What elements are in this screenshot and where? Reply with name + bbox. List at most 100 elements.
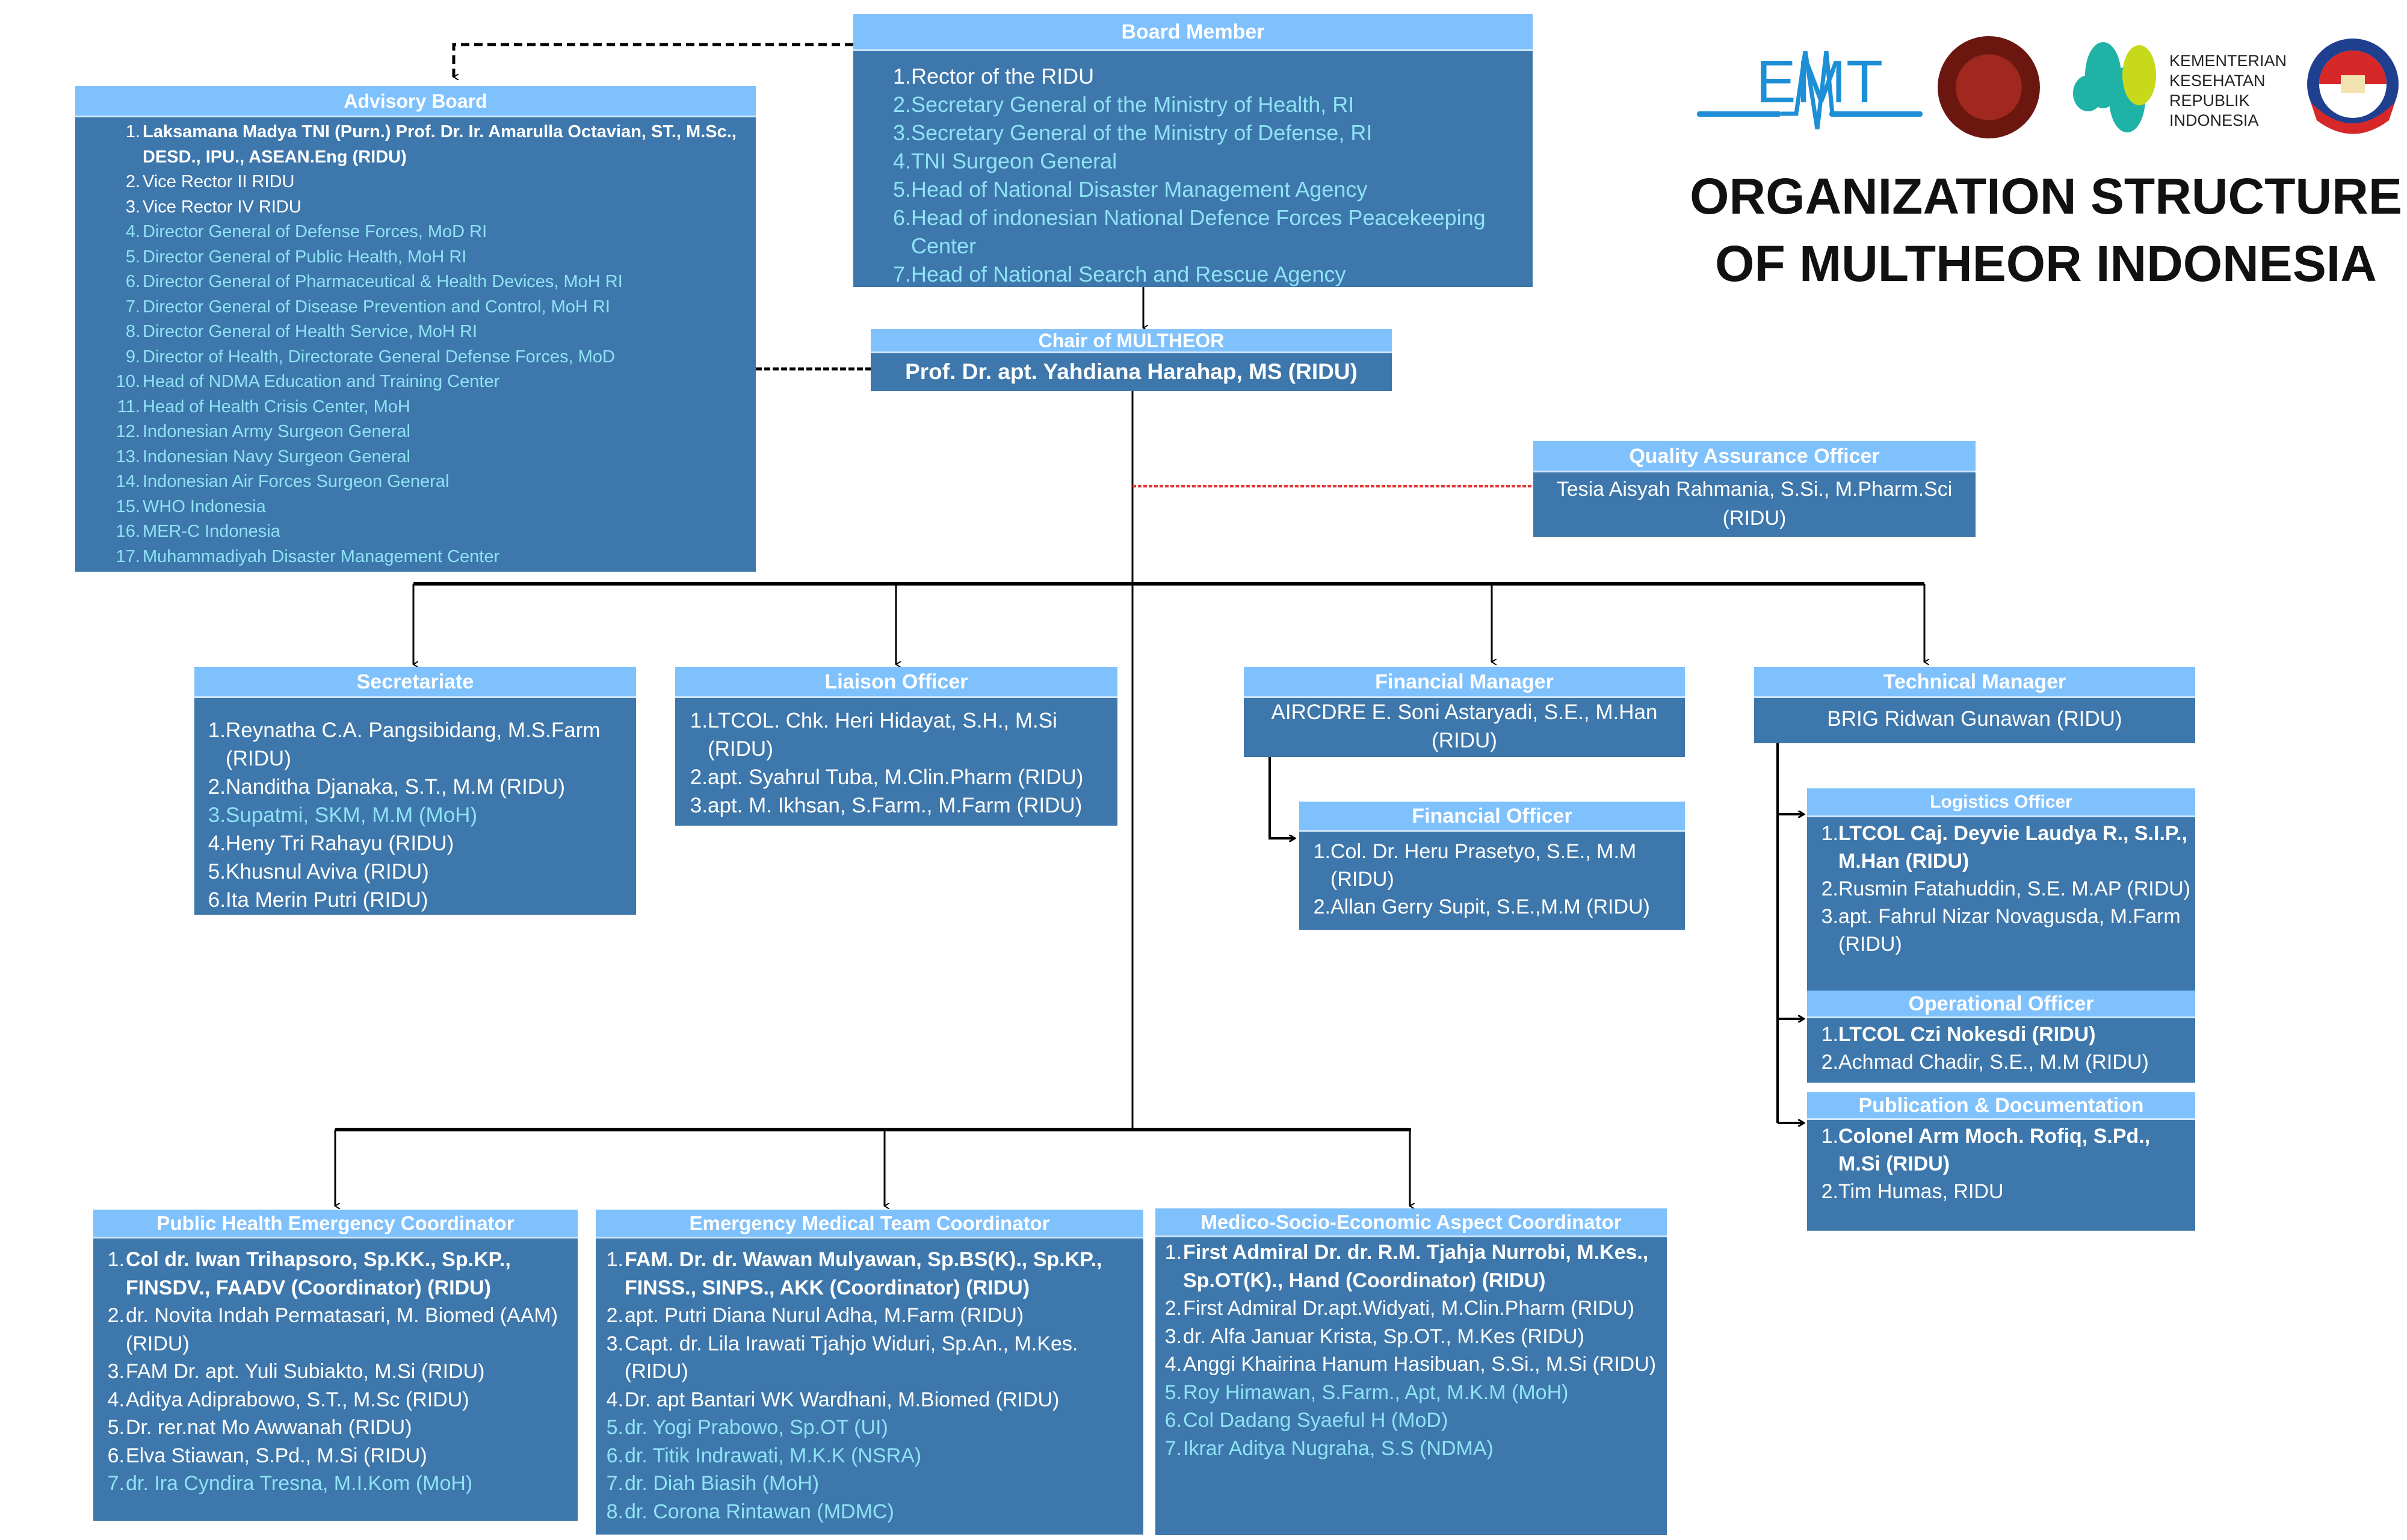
- member-list-item: 5. Dr. rer.nat Mo Awwanah (RIDU): [105, 1414, 574, 1442]
- liaison-officer-list: 1. LTCOL. Chk. Heri Hidayat, S.H., M.Si (…: [675, 698, 1117, 820]
- item-text: LTCOL Caj. Deyvie Laudya R., S.I.P., M.H…: [1838, 822, 2188, 873]
- chair-box: Chair of MULTHEOR Prof. Dr. apt. Yahdian…: [871, 329, 1392, 391]
- item-number: 5.: [1164, 1381, 1182, 1404]
- item-text: TNI Surgeon General: [911, 149, 1117, 173]
- item-text: Vice Rector II RIDU: [143, 172, 295, 191]
- technical-manager-name: BRIG Ridwan Gunawan (RIDU): [1827, 707, 2122, 731]
- item-number: 2.: [208, 775, 226, 799]
- kemenkes-line-1: KEMENTERIAN: [2169, 52, 2287, 70]
- item-text: Ikrar Aditya Nugraha, S.S (NDMA): [1183, 1436, 1494, 1460]
- financial-manager-title: Financial Manager: [1244, 667, 1685, 698]
- item-text: Colonel Arm Moch. Rofiq, S.Pd., M.Si (RI…: [1838, 1125, 2151, 1175]
- svg-text:EMT: EMT: [1756, 51, 1883, 116]
- item-number: 5.: [606, 1416, 623, 1439]
- item-number: 2.: [107, 1304, 125, 1327]
- item-text: Laksamana Madya TNI (Purn.) Prof. Dr. Ir…: [143, 122, 737, 167]
- member-list-item: 4. Anggi Khairina Hanum Hasibuan, S.Si., …: [1163, 1350, 1663, 1379]
- member-list-item: 4. Dr. apt Bantari WK Wardhani, M.Biomed …: [604, 1386, 1140, 1414]
- item-number: 6.: [892, 205, 911, 230]
- kemenkes-logo-icon: KEMENTERIAN KESEHATAN REPUBLIK INDONESIA: [2073, 42, 2287, 132]
- emt-coordinator-title: Emergency Medical Team Coordinator: [596, 1210, 1143, 1238]
- item-text: Supatmi, SKM, M.M (MoH): [226, 803, 478, 827]
- item-text: Nanditha Djanaka, S.T., M.M (RIDU): [226, 775, 566, 799]
- publication-documentation-list: 1. Colonel Arm Moch. Rofiq, S.Pd., M.Si (…: [1807, 1120, 2195, 1205]
- item-number: 2.: [690, 765, 708, 789]
- member-list-item: 1. Laksamana Madya TNI (Purn.) Prof. Dr. …: [87, 120, 756, 170]
- item-text: Tim Humas, RIDU: [1838, 1180, 2004, 1203]
- item-text: WHO Indonesia: [143, 496, 266, 516]
- member-list-item: 1. First Admiral Dr. dr. R.M. Tjahja Nurr…: [1163, 1238, 1663, 1294]
- to-financial-officer-connector: [1268, 757, 1295, 838]
- kemenkes-line-2: KESEHATAN: [2169, 72, 2266, 90]
- item-text: apt. Fahrul Nizar Novagusda, M.Farm (RID…: [1838, 905, 2181, 956]
- item-number: 3.: [125, 197, 140, 217]
- item-text: Director of Health, Directorate General …: [143, 347, 615, 366]
- member-list-item: 2. Vice Rector II RIDU: [87, 170, 756, 195]
- secretariate-title: Secretariate: [194, 667, 636, 698]
- item-number: 17.: [116, 546, 140, 566]
- member-list-item: 3. apt. M. Ikhsan, S.Farm., M.Farm (RIDU): [690, 791, 1114, 820]
- emt-logo-icon: EMT: [1697, 51, 1923, 129]
- unhan-logo-icon: [2307, 39, 2399, 134]
- item-number: 15.: [116, 496, 140, 516]
- item-number: 11.: [117, 397, 140, 416]
- item-number: 7.: [606, 1472, 623, 1495]
- financial-officer-list: 1. Col. Dr. Heru Prasetyo, S.E., M.M (RID…: [1299, 832, 1685, 921]
- item-text: Director General of Defense Forces, MoD …: [143, 222, 487, 241]
- item-number: 1.: [208, 719, 226, 742]
- financial-officer-box: Financial Officer 1. Col. Dr. Heru Praset…: [1299, 802, 1685, 930]
- item-number: 1.: [125, 122, 140, 141]
- member-list-item: 16. MER-C Indonesia: [87, 519, 756, 545]
- item-number: 3.: [107, 1360, 125, 1383]
- item-text: dr. Alfa Januar Krista, Sp.OT., M.Kes (R…: [1183, 1325, 1584, 1348]
- advisory-board-box: Advisory Board 1. Laksamana Madya TNI (Pu…: [75, 86, 756, 572]
- financial-manager-name: AIRCDRE E. Soni Astaryadi, S.E., M.Han (…: [1271, 700, 1658, 752]
- financial-officer-title: Financial Officer: [1299, 802, 1685, 832]
- public-health-coordinator-title: Public Health Emergency Coordinator: [93, 1210, 578, 1238]
- item-text: apt. M. Ikhsan, S.Farm., M.Farm (RIDU): [708, 794, 1083, 817]
- item-number: 3.: [208, 803, 226, 827]
- item-number: 8.: [606, 1500, 623, 1523]
- member-list-item: 1. FAM. Dr. dr. Wawan Mulyawan, Sp.BS(K).…: [604, 1246, 1140, 1302]
- secretariate-box: Secretariate 1. Reynatha C.A. Pangsibidan…: [194, 667, 636, 915]
- technical-manager-title: Technical Manager: [1754, 667, 2195, 698]
- liaison-officer-title: Liaison Officer: [675, 667, 1117, 698]
- item-number: 5.: [125, 247, 140, 267]
- item-number: 4.: [892, 149, 911, 173]
- item-text: Head of indonesian National Defence Forc…: [911, 205, 1486, 258]
- operational-officer-list: 1. LTCOL Czi Nokesdi (RIDU) 2. Achmad Chadi…: [1807, 1018, 2195, 1076]
- item-text: Indonesian Navy Surgeon General: [143, 447, 410, 466]
- member-list-item: 6. Head of indonesian National Defence Fo…: [889, 203, 1533, 260]
- item-text: Head of NDMA Education and Training Cent…: [143, 372, 500, 391]
- item-text: Roy Himawan, S.Farm., Apt, M.K.M (MoH): [1183, 1381, 1569, 1404]
- member-list-item: 3. Secretary General of the Ministry of D…: [889, 119, 1533, 147]
- item-text: Director General of Public Health, MoH R…: [143, 247, 467, 267]
- item-text: LTCOL. Chk. Heri Hidayat, S.H., M.Si (RI…: [708, 709, 1057, 761]
- item-number: 4.: [125, 222, 140, 241]
- member-list-item: 6. Ita Merin Putri (RIDU): [208, 886, 630, 914]
- item-text: Director General of Pharmaceutical & Hea…: [143, 272, 623, 291]
- item-text: Reynatha C.A. Pangsibidang, M.S.Farm (RI…: [226, 719, 601, 770]
- item-text: Elva Stiawan, S.Pd., M.Si (RIDU): [126, 1444, 427, 1467]
- member-list-item: 2. dr. Novita Indah Permatasari, M. Biome…: [105, 1302, 574, 1358]
- member-list-item: 1. Reynatha C.A. Pangsibidang, M.S.Farm (…: [208, 716, 630, 773]
- operational-officer-title: Operational Officer: [1807, 991, 2195, 1018]
- item-text: Col Dadang Syaeful H (MoD): [1183, 1409, 1448, 1432]
- chair-name: Prof. Dr. apt. Yahdiana Harahap, MS (RID…: [905, 359, 1358, 384]
- item-number: 6.: [606, 1444, 623, 1467]
- item-text: Col dr. Iwan Trihapsoro, Sp.KK., Sp.KP.,…: [126, 1248, 511, 1299]
- item-number: 3.: [1164, 1325, 1182, 1348]
- item-number: 6.: [125, 272, 140, 291]
- public-health-coordinator-list: 1. Col dr. Iwan Trihapsoro, Sp.KK., Sp.KP…: [93, 1238, 578, 1498]
- medico-socio-economic-coordinator-box: Medico-Socio-Economic Aspect Coordinator…: [1155, 1208, 1667, 1535]
- member-list-item: 7. Ikrar Aditya Nugraha, S.S (NDMA): [1163, 1435, 1663, 1463]
- title-line-1: ORGANIZATION STRUCTURE: [1690, 168, 2402, 224]
- kemenkes-line-4: INDONESIA: [2169, 111, 2259, 129]
- emt-coordinator-list: 1. FAM. Dr. dr. Wawan Mulyawan, Sp.BS(K).…: [596, 1238, 1143, 1526]
- title-line-2: OF MULTHEOR INDONESIA: [1715, 235, 2377, 292]
- item-number: 2.: [1821, 877, 1838, 900]
- quality-assurance-title: Quality Assurance Officer: [1533, 441, 1976, 472]
- item-number: 6.: [107, 1444, 125, 1467]
- item-number: 4.: [107, 1388, 125, 1411]
- item-text: dr. Diah Biasih (MoH): [625, 1472, 820, 1495]
